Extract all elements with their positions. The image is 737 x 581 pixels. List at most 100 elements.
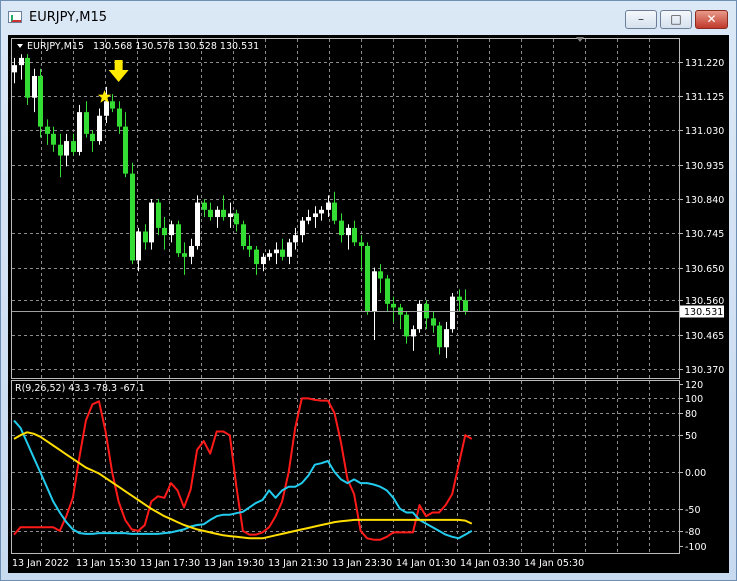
price-tick-label: 130.370 (685, 365, 724, 376)
indicator-tick-label: -80 (685, 527, 701, 538)
time-axis-label: 13 Jan 23:30 (332, 558, 392, 569)
candle-body (45, 126, 50, 134)
close-button[interactable]: ✕ (695, 10, 728, 29)
candle-body (346, 227, 351, 236)
candle-body (136, 231, 141, 261)
window-title: EURJPY,M15 (29, 10, 107, 25)
candle-body (306, 217, 311, 221)
candle-body (404, 314, 409, 337)
candle-body (143, 231, 148, 243)
time-axis-label: 13 Jan 15:30 (76, 558, 136, 569)
ohlc-label: 130.568 130.578 130.528 130.531 (93, 41, 259, 52)
candle-body (32, 75, 37, 98)
candle-body (90, 133, 95, 142)
candle-body (51, 133, 56, 145)
price-tick-label: 131.030 (685, 126, 724, 137)
candle-body (444, 329, 449, 348)
candle-body (313, 213, 318, 218)
indicator-tick-label: -50 (685, 505, 701, 516)
candle-body (241, 224, 246, 246)
arrow-down-icon (108, 60, 129, 82)
maximize-button[interactable]: □ (660, 10, 692, 29)
indicator-series-line (13, 397, 473, 541)
candle-body (117, 108, 122, 127)
candle-body (463, 300, 468, 312)
indicator-tick-label: 0.00 (685, 468, 706, 479)
candle-body (64, 141, 69, 156)
chart-window: EURJPY,M15 – □ ✕ 131.220 131.125 131.030 13… (0, 0, 737, 581)
candle-body (208, 209, 213, 218)
candle-body (149, 202, 154, 243)
indicator-tick-label: 120 (685, 380, 703, 391)
title-bar[interactable]: EURJPY,M15 – □ ✕ (1, 1, 736, 31)
chart-area[interactable]: 131.220 131.125 131.030 130.935 130.840 130.7… (8, 35, 729, 573)
candle-body (247, 245, 252, 250)
candle-body (293, 235, 298, 243)
candle-body (58, 144, 63, 156)
price-tick-label: 130.560 (685, 296, 724, 307)
candle-body (319, 209, 324, 214)
candle-body (228, 213, 233, 218)
candle-body (234, 213, 239, 225)
candle-body (450, 296, 455, 330)
candle-body (169, 224, 174, 236)
candle-body (287, 242, 292, 257)
price-tick-label: 130.745 (685, 229, 724, 240)
candle-body (189, 245, 194, 257)
candle-body (215, 209, 220, 218)
candle-body (437, 325, 442, 348)
price-tick-label: 130.650 (685, 264, 724, 275)
candle-body (254, 249, 259, 265)
candle-body (25, 57, 30, 98)
candle-body (267, 253, 272, 257)
candle-body (202, 202, 207, 210)
price-tick-label: 130.935 (685, 161, 724, 172)
candle-body (378, 271, 383, 279)
time-axis-label: 13 Jan 21:30 (268, 558, 328, 569)
candle-body (332, 202, 337, 221)
symbol-label: EURJPY,M15 (27, 41, 84, 52)
candle-body (300, 220, 305, 236)
candle-body (97, 115, 102, 142)
candle-body (457, 296, 462, 301)
indicator-label: R(9,26,52) 43.3 -78.3 -67.1 (15, 383, 145, 394)
candle-body (84, 112, 89, 134)
indicator-tick-label: 80 (685, 409, 697, 420)
time-axis-label: 14 Jan 01:30 (396, 558, 456, 569)
candle-body (385, 278, 390, 304)
time-axis-label: 13 Jan 2022 (12, 558, 69, 569)
candle-body (352, 227, 357, 243)
chart-menu-triangle-icon (17, 44, 23, 48)
candle-body (326, 202, 331, 210)
candle-body (391, 303, 396, 308)
candle-body (274, 249, 279, 254)
chart-window-icon (8, 11, 22, 23)
candle-body (156, 202, 161, 228)
candle-body (182, 253, 187, 257)
time-axis-label: 13 Jan 19:30 (204, 558, 264, 569)
candle-body (221, 209, 226, 218)
indicator-tick-label: 100 (685, 394, 703, 405)
candle-body (77, 112, 82, 152)
time-axis-label: 14 Jan 05:30 (524, 558, 584, 569)
indicator-tick-label: 50 (685, 431, 697, 442)
candle-body (411, 329, 416, 337)
chart-canvas[interactable]: 131.220 131.125 131.030 130.935 130.840 130.7… (8, 35, 729, 573)
candle-body (195, 202, 200, 246)
chart-shift-marker-icon (576, 37, 584, 42)
current-price-label: 130.531 (684, 307, 723, 318)
candle-body (280, 249, 285, 257)
minimize-button[interactable]: – (625, 10, 657, 29)
price-tick-label: 131.220 (685, 58, 724, 69)
price-pane-frame (11, 38, 680, 379)
indicator-series-line (13, 431, 473, 540)
star-icon (97, 90, 112, 103)
time-axis-label: 14 Jan 03:30 (460, 558, 520, 569)
candle-body (261, 256, 266, 265)
price-tick-label: 130.840 (685, 195, 724, 206)
candle-body (339, 220, 344, 236)
candle-body (176, 224, 181, 254)
candle-body (38, 75, 43, 127)
candle-body (12, 65, 17, 73)
candle-body (359, 242, 364, 246)
